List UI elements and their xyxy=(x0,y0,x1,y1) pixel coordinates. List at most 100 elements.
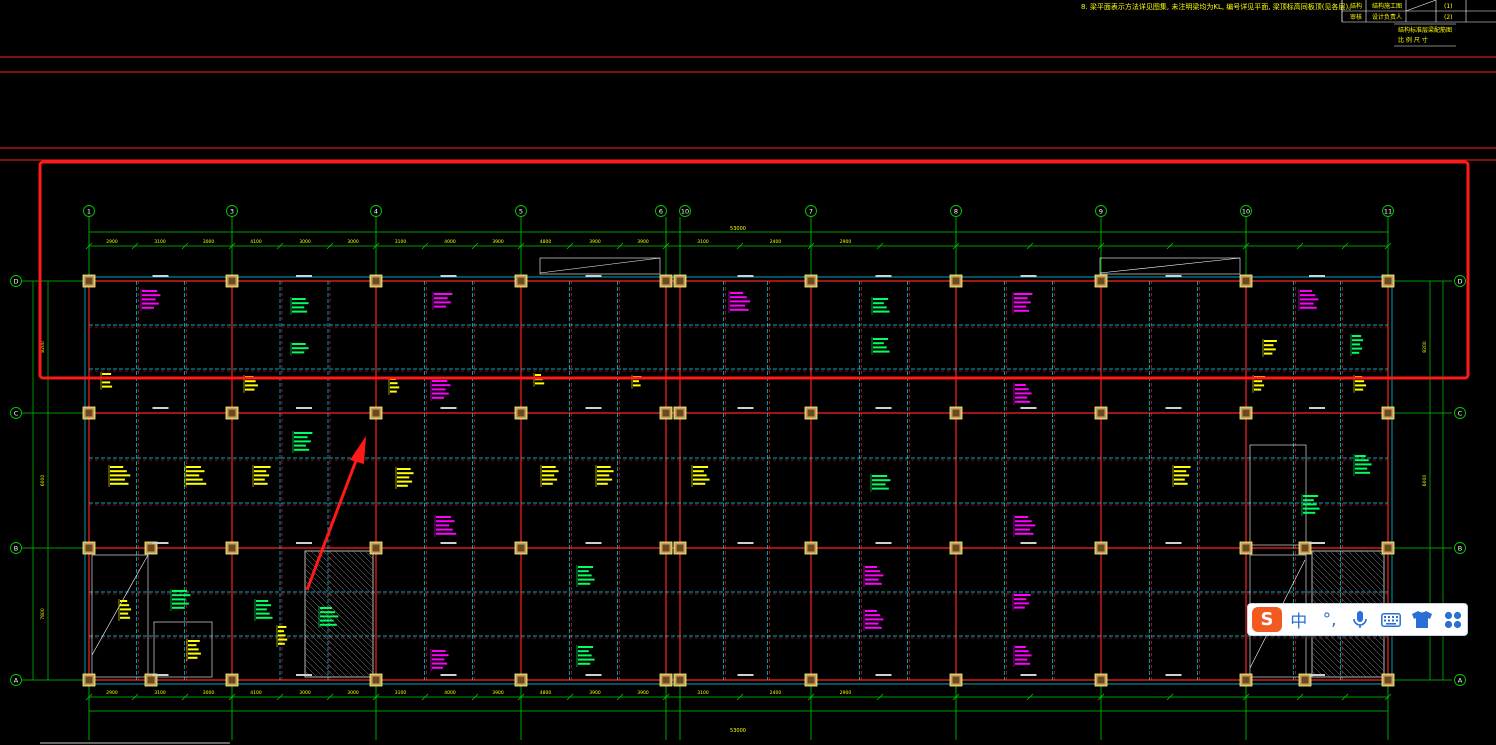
grid-label: 9 xyxy=(1099,208,1103,216)
grid-label: D xyxy=(13,278,18,286)
annotation-text xyxy=(432,662,448,665)
annotation-text xyxy=(432,392,449,395)
column-core xyxy=(676,409,684,417)
beam-label xyxy=(737,542,754,544)
beam-annotation xyxy=(1013,645,1032,667)
beam-label xyxy=(1165,407,1182,409)
beam-label xyxy=(875,275,892,277)
annotation-text xyxy=(578,566,594,568)
title-block-cell: 结构 xyxy=(1350,2,1362,10)
annotation-text xyxy=(320,607,332,609)
hatch-line xyxy=(1341,550,1385,594)
annotation-text xyxy=(432,654,449,657)
annotation-text xyxy=(256,600,269,602)
title-block-subcaption: 比 例 尺 寸 xyxy=(1398,36,1428,44)
microphone-icon[interactable] xyxy=(1347,606,1375,634)
beam-annotation xyxy=(140,289,161,311)
column-core xyxy=(1242,409,1250,417)
hatch-line xyxy=(1329,550,1385,606)
annotation-text xyxy=(1355,463,1372,466)
dimension-text: 3900 xyxy=(492,239,504,245)
annotation-text xyxy=(872,479,891,482)
column-core xyxy=(1301,676,1309,684)
annotation-text xyxy=(693,478,710,481)
beam-annotation xyxy=(870,474,891,492)
column-core xyxy=(807,544,815,552)
annotation-text xyxy=(1300,290,1312,292)
beam-annotation xyxy=(691,465,710,487)
column-core xyxy=(676,676,684,684)
annotation-text xyxy=(1015,520,1032,523)
annotation-text xyxy=(1355,471,1371,474)
beam-label xyxy=(1309,542,1325,544)
ime-toolbar[interactable]: S 中 °, xyxy=(1247,603,1468,636)
beam-annotation xyxy=(184,465,207,487)
grid-label: 8 xyxy=(954,208,958,216)
column-core xyxy=(1242,544,1250,552)
annotation-text xyxy=(597,482,608,485)
annotation-text xyxy=(292,302,309,305)
annotation-text xyxy=(542,478,558,481)
title-block-border xyxy=(1405,0,1437,12)
annotation-text xyxy=(110,474,131,477)
beam-annotation xyxy=(254,599,273,621)
column-core xyxy=(85,409,93,417)
beam-label xyxy=(1165,674,1182,676)
dimension-text: 3000 xyxy=(299,239,311,245)
annotation-text xyxy=(120,600,128,602)
annotation-text xyxy=(434,293,453,295)
annotation-text xyxy=(1355,455,1366,457)
annotation-text xyxy=(434,301,451,304)
annotation-text xyxy=(436,516,451,518)
annotation-text xyxy=(188,640,200,642)
annotation-text xyxy=(436,524,450,527)
column-core xyxy=(1097,544,1105,552)
annotation-text xyxy=(872,483,886,486)
beam-label xyxy=(440,275,457,277)
hatch-line xyxy=(322,550,374,602)
grid-label: B xyxy=(1458,545,1462,553)
annotation-text xyxy=(110,478,125,481)
input-mode-button[interactable]: 中 xyxy=(1285,606,1313,634)
dimension-text: 3000 xyxy=(299,690,311,696)
sogou-logo-icon[interactable]: S xyxy=(1252,607,1282,632)
beam-annotation xyxy=(1262,339,1277,357)
column-core xyxy=(662,409,670,417)
annotation-text xyxy=(872,487,889,490)
annotation-text xyxy=(1015,396,1028,399)
beam-annotation xyxy=(108,465,131,487)
annotation-text xyxy=(865,618,884,621)
annotation-text xyxy=(1014,297,1028,300)
annotation-text xyxy=(873,338,889,340)
annotation-text xyxy=(1264,348,1276,351)
hatch-line xyxy=(340,550,374,584)
dimension-text: 3000 xyxy=(347,690,359,696)
shirt-icon[interactable] xyxy=(1408,606,1436,634)
beam-annotation xyxy=(1172,465,1191,487)
column-core xyxy=(807,676,815,684)
dimension-text: 4000 xyxy=(444,690,456,696)
column-core xyxy=(952,409,960,417)
annotation-text xyxy=(294,436,308,439)
column-core xyxy=(1097,676,1105,684)
dimension-text: 7800 xyxy=(40,608,46,620)
dimension-text: 3000 xyxy=(203,239,215,245)
annotation-text xyxy=(102,385,113,388)
dimension-text: 3100 xyxy=(697,239,709,245)
annotation-text xyxy=(693,474,707,477)
column-core xyxy=(85,676,93,684)
punctuation-button[interactable]: °, xyxy=(1316,606,1344,634)
annotation-text xyxy=(188,652,201,655)
annotation-text xyxy=(186,466,201,468)
annotation-text xyxy=(278,626,287,628)
grid-label: 7 xyxy=(809,208,813,216)
dimension-text: 2400 xyxy=(770,690,782,696)
apps-icon[interactable] xyxy=(1439,606,1467,634)
beam-label xyxy=(875,542,892,544)
annotation-text xyxy=(730,296,747,299)
keyboard-icon[interactable] xyxy=(1377,606,1405,634)
annotation-text xyxy=(597,466,611,468)
annotation-text xyxy=(542,474,555,477)
column-core xyxy=(517,277,525,285)
annotation-text xyxy=(865,614,881,617)
